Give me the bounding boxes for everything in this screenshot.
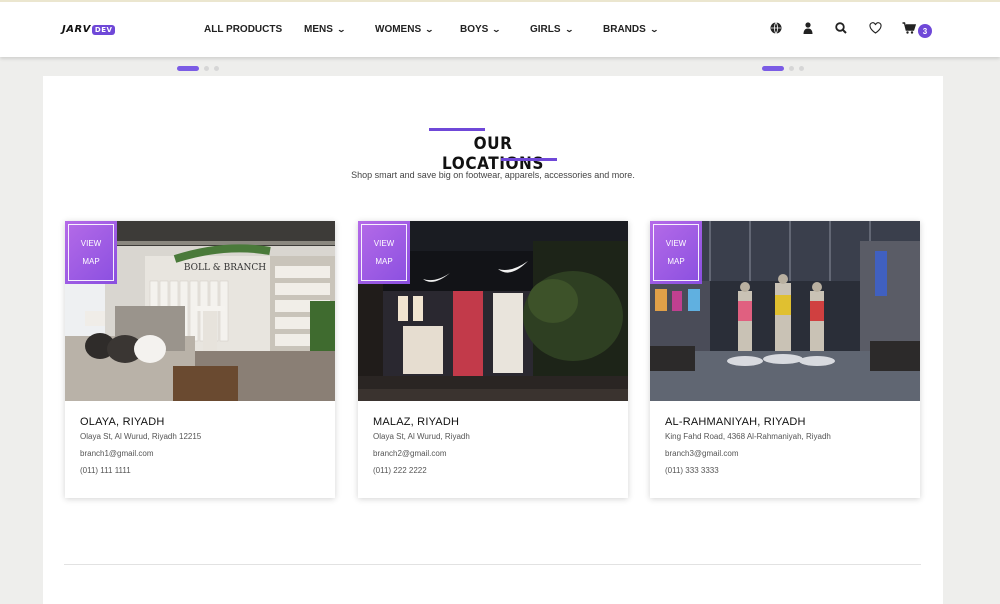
view-map-button[interactable]: VIEW MAP <box>358 221 410 284</box>
store-photo-malaz: VIEW MAP <box>358 221 628 401</box>
nav-all-products[interactable]: ALL PRODUCTS <box>204 24 282 35</box>
nav-girls[interactable]: GIRLS ⌄ <box>530 24 574 35</box>
user-icon[interactable] <box>800 20 816 36</box>
chevron-down-icon: ⌄ <box>336 25 346 34</box>
carousel-dot[interactable] <box>204 66 209 71</box>
location-email[interactable]: branch1@gmail.com <box>80 449 201 458</box>
location-phone[interactable]: (011) 333 3333 <box>665 466 831 475</box>
section-subtitle: Shop smart and save big on footwear, app… <box>351 170 635 180</box>
nav-label: BRANDS <box>603 24 646 35</box>
logo-text: JARV <box>62 24 91 35</box>
globe-icon[interactable] <box>768 20 784 36</box>
carousel-dot[interactable] <box>214 66 219 71</box>
view-map-button[interactable]: VIEW MAP <box>650 221 702 284</box>
chevron-down-icon: ⌄ <box>424 25 435 34</box>
nav-boys[interactable]: BOYS ⌄ <box>460 24 502 35</box>
view-map-label: MAP <box>82 256 100 266</box>
location-phone[interactable]: (011) 111 1111 <box>80 466 201 475</box>
view-map-label: VIEW <box>80 238 102 248</box>
section-divider <box>64 564 921 565</box>
cart-count-badge: 3 <box>918 24 932 38</box>
location-card: BOLL & BRANCH VIEW MAP OLAYA, RIYADH Ola… <box>65 221 335 498</box>
location-name: AL-RAHMANIYAH, RIYADH <box>665 416 806 428</box>
location-email[interactable]: branch2@gmail.com <box>373 449 470 458</box>
carousel-dot[interactable] <box>789 66 794 71</box>
location-card: VIEW MAP MALAZ, RIYADH Olaya St, Al Wuru… <box>358 221 628 498</box>
nav-label: MENS <box>304 24 333 35</box>
store-sign: BOLL & BRANCH <box>184 263 266 273</box>
nav-mens[interactable]: MENS ⌄ <box>304 24 346 35</box>
logo-badge: DEV <box>91 24 116 35</box>
nav-label: WOMENS <box>375 24 422 35</box>
heading-accent-bottom <box>501 158 557 161</box>
location-name: OLAYA, RIYADH <box>80 416 165 428</box>
location-address: Olaya St, Al Wurud, Riyadh <box>373 432 470 441</box>
cart-icon[interactable] <box>901 20 917 36</box>
nav-womens[interactable]: WOMENS ⌄ <box>375 24 435 35</box>
location-phone[interactable]: (011) 222 2222 <box>373 466 470 475</box>
carousel-dot[interactable] <box>799 66 804 71</box>
search-icon[interactable] <box>833 20 849 36</box>
location-info: AL-RAHMANIYAH, RIYADH King Fahd Road, 43… <box>665 416 831 475</box>
location-address: King Fahd Road, 4368 Al-Rahmaniyah, Riya… <box>665 432 831 441</box>
chevron-down-icon: ⌄ <box>649 25 659 34</box>
nav-label: ALL PRODUCTS <box>204 24 283 35</box>
view-map-label: MAP <box>375 256 393 266</box>
location-address: Olaya St, Al Wurud, Riyadh 12215 <box>80 432 202 441</box>
chevron-down-icon: ⌄ <box>564 25 574 34</box>
location-card: VIEW MAP AL-RAHMANIYAH, RIYADH King Fahd… <box>650 221 920 498</box>
location-info: OLAYA, RIYADH Olaya St, Al Wurud, Riyadh… <box>80 416 201 475</box>
view-map-button[interactable]: VIEW MAP <box>65 221 117 284</box>
section-title: OUR LOCATIONS <box>442 134 544 174</box>
heart-icon[interactable] <box>867 20 883 36</box>
view-map-label: VIEW <box>665 238 687 248</box>
view-map-label: VIEW <box>373 238 395 248</box>
store-photo-olaya: BOLL & BRANCH VIEW MAP <box>65 221 335 401</box>
nav-brands[interactable]: BRANDS ⌄ <box>603 24 659 35</box>
carousel-dot[interactable] <box>762 66 784 71</box>
carousel-dots-right <box>762 66 804 71</box>
chevron-down-icon: ⌄ <box>492 25 502 34</box>
carousel-dot[interactable] <box>177 66 199 71</box>
locations-section: OUR LOCATIONS Shop smart and save big on… <box>43 76 943 604</box>
location-email[interactable]: branch3@gmail.com <box>665 449 831 458</box>
store-photo-rahmaniyah: VIEW MAP <box>650 221 920 401</box>
location-name: MALAZ, RIYADH <box>373 416 460 428</box>
site-header: JARV DEV ALL PRODUCTS MENS ⌄ WOMENS ⌄ BO… <box>0 0 1000 57</box>
view-map-label: MAP <box>667 256 685 266</box>
carousel-dots-left <box>177 66 219 71</box>
location-info: MALAZ, RIYADH Olaya St, Al Wurud, Riyadh… <box>373 416 470 475</box>
brand-logo[interactable]: JARV DEV <box>62 24 116 35</box>
nav-label: GIRLS <box>530 24 561 35</box>
nav-label: BOYS <box>460 24 489 35</box>
heading-accent-top <box>429 128 485 131</box>
